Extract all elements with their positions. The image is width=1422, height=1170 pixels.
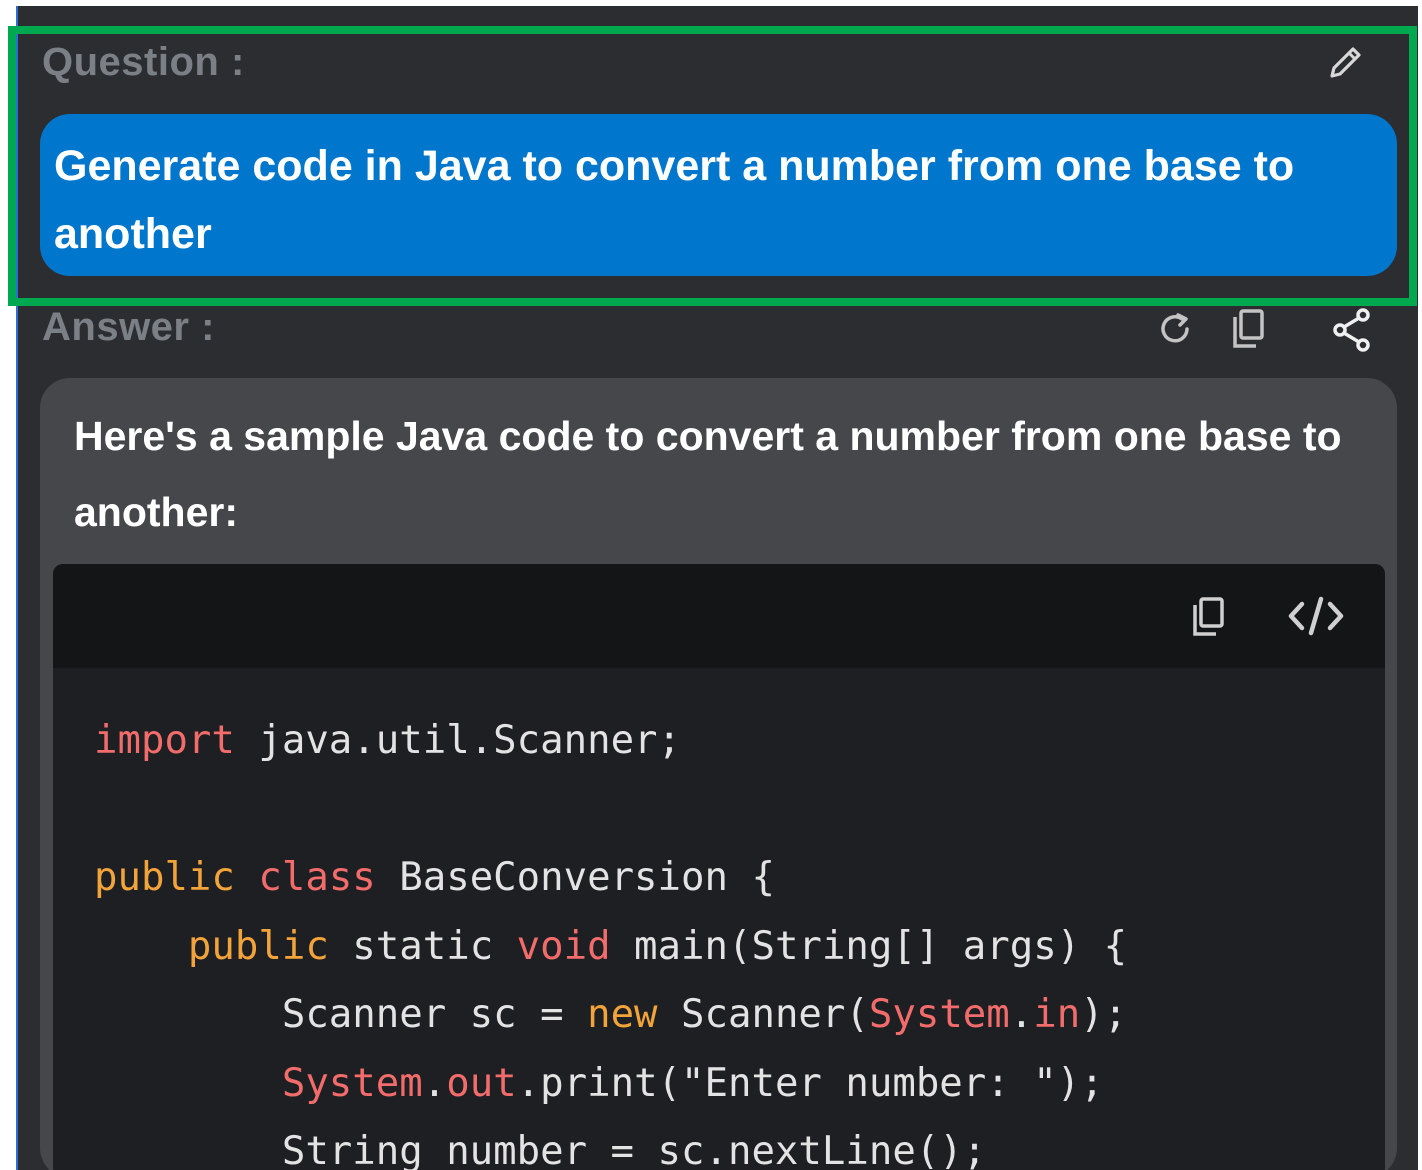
code-token: main(String[] args) {	[610, 923, 1128, 969]
code-token: public	[94, 855, 235, 900]
code-line: import java.util.Scanner;	[94, 707, 1127, 776]
share-icon[interactable]	[1330, 306, 1376, 354]
code-token: import	[94, 718, 235, 763]
code-token: System	[868, 992, 1010, 1037]
code-line: System.out.print("Enter number: ");	[94, 1050, 1127, 1119]
code-token: in	[1033, 992, 1081, 1037]
code-token: java.util.Scanner;	[234, 718, 682, 763]
code-token: out	[446, 1060, 517, 1106]
code-line: Scanner sc = new Scanner(System.in);	[94, 981, 1127, 1050]
code-block-header	[53, 564, 1385, 668]
code-token: new	[587, 992, 658, 1037]
code-token: System	[281, 1060, 423, 1106]
answer-label: Answer :	[42, 305, 215, 349]
code-block: import java.util.Scanner; public class Ba…	[53, 564, 1385, 1170]
code-token: .	[422, 1060, 447, 1106]
code-icon[interactable]	[1286, 594, 1346, 638]
code-line: public class BaseConversion {	[94, 844, 1127, 913]
copy-icon[interactable]	[1228, 306, 1272, 352]
question-label: Question :	[42, 40, 245, 84]
code-token: class	[258, 855, 376, 900]
copy-icon[interactable]	[1189, 594, 1231, 640]
code-token: .print("Enter number: ");	[516, 1060, 1104, 1106]
code-token: static	[328, 923, 517, 969]
refresh-icon[interactable]	[1156, 309, 1196, 349]
answer-intro-text: Here's a sample Java code to convert a n…	[74, 413, 1342, 535]
pencil-icon[interactable]	[1326, 42, 1366, 82]
code-line: String number = sc.nextLine();	[94, 1118, 1127, 1170]
question-text: Generate code in Java to convert a numbe…	[54, 142, 1295, 258]
code-body: import java.util.Scanner; public class Ba…	[94, 707, 1127, 1170]
code-token: BaseConversion {	[375, 855, 775, 900]
code-token: Scanner(	[657, 992, 869, 1037]
code-token: public	[187, 923, 329, 969]
code-token: .	[1009, 992, 1034, 1037]
answer-bubble: Here's a sample Java code to convert a n…	[40, 378, 1397, 1170]
code-token: void	[516, 923, 611, 969]
question-bubble: Generate code in Java to convert a numbe…	[40, 114, 1397, 276]
code-token: String number = sc.nextLine();	[94, 1129, 987, 1170]
code-token: Scanner sc =	[94, 992, 588, 1037]
code-token: );	[1080, 992, 1128, 1037]
code-line: public static void main(String[] args) {	[94, 913, 1127, 982]
